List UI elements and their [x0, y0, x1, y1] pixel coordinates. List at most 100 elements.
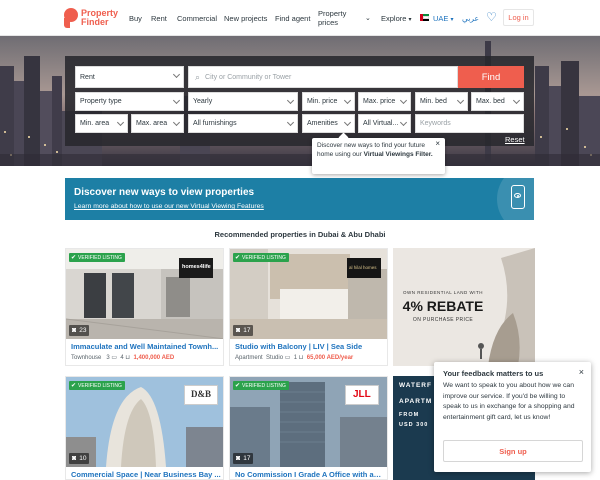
feedback-body: We want to speak to you about how we can… — [443, 382, 575, 421]
find-button[interactable]: Find — [458, 66, 524, 88]
photo-count: ◙ 17 — [233, 325, 254, 336]
bed-icon: ▭ — [284, 355, 291, 361]
nav-property-prices[interactable]: Property prices — [318, 0, 346, 36]
min-price-select[interactable]: Min. price — [302, 92, 355, 111]
verified-badge: ✔ VERIFIED LISTING — [233, 381, 289, 390]
nav-commercial[interactable]: Commercial — [177, 14, 217, 23]
beds-count: Studio — [266, 355, 284, 361]
phone-eye-icon — [511, 185, 525, 209]
region-selector[interactable]: UAE ▾ — [433, 14, 454, 23]
agency-logo: al hilal homes — [347, 258, 381, 278]
virtual-viewing-banner[interactable]: Discover new ways to view properties Lea… — [65, 178, 534, 220]
reset-link[interactable]: Reset — [505, 135, 525, 144]
property-card[interactable]: ✔ VERIFIED LISTING homes4life ◙ 23 Immacul… — [65, 248, 224, 366]
property-card[interactable]: ✔ VERIFIED LISTING D&B ◙ 10 Commercial Spa… — [65, 376, 224, 480]
photo-count: ◙ 10 — [69, 453, 90, 464]
agency-logo-text: al hilal homes — [349, 265, 377, 270]
property-card[interactable]: ✔ VERIFIED LISTING al hilal homes ◙ 17 Stu… — [229, 248, 388, 366]
baths-count: 4 — [120, 355, 124, 361]
photo-count: ◙ 17 — [233, 453, 254, 464]
ad2-line-4: USD 300 — [399, 422, 429, 428]
bath-icon: ⊔ — [125, 355, 131, 361]
signup-button[interactable]: Sign up — [443, 440, 583, 462]
banner-title: Discover new ways to view properties — [74, 187, 255, 198]
furnishing-value: All furnishings — [193, 120, 237, 127]
max-price-value: Max. price — [363, 98, 396, 105]
nav-explore[interactable]: Explore ▾ — [381, 14, 412, 23]
ad-line-3: ON PURCHASE PRICE — [412, 317, 474, 323]
property-title[interactable]: Studio with Balcony | LIV | Sea Side — [235, 342, 385, 351]
beds-count: 3 — [106, 355, 110, 361]
check-icon: ✔ — [71, 383, 77, 389]
favorites-heart-icon[interactable]: ♡ — [486, 11, 497, 23]
chevron-down-icon — [172, 118, 181, 127]
nav-find-agent[interactable]: Find agent — [275, 14, 310, 23]
photo-count-value: 17 — [243, 327, 251, 334]
max-bed-value: Max. bed — [476, 98, 505, 105]
property-type: Townhouse — [71, 355, 102, 361]
purpose-value: Rent — [80, 73, 95, 81]
photo-count-value: 23 — [79, 327, 87, 334]
property-price: 65,000 AED/year — [306, 355, 354, 361]
close-icon[interactable]: × — [579, 367, 584, 377]
camera-icon: ◙ — [236, 455, 241, 462]
max-price-select[interactable]: Max. price — [358, 92, 411, 111]
recommended-title: Recommended properties in Dubai & Abu Dh… — [214, 230, 386, 239]
verified-label: VERIFIED LISTING — [242, 382, 286, 389]
banner-learn-more-link[interactable]: Learn more about how to use our new Virt… — [74, 203, 264, 210]
chevron-down-icon — [343, 118, 352, 127]
feedback-popup: Your feedback matters to us × We want to… — [434, 362, 591, 472]
chevron-down-icon — [399, 118, 408, 127]
chevron-down-icon[interactable]: ⌄ — [365, 14, 371, 22]
keywords-placeholder: Keywords — [420, 120, 451, 127]
property-finder-logo[interactable]: Property Finder — [64, 6, 118, 30]
virtual-viewing-value: All Virtual... — [363, 120, 399, 127]
ad2-line-2: APARTM — [399, 398, 433, 405]
property-price: 1,400,000 AED — [133, 355, 175, 361]
agency-logo: homes4life — [179, 258, 213, 278]
section-title: Recommended properties in Dubai & Abu Dh… — [0, 230, 600, 239]
agency-logo-text: D&B — [191, 389, 211, 399]
min-bed-select[interactable]: Min. bed — [415, 92, 468, 111]
ad-line-2: 4% REBATE — [402, 298, 484, 314]
min-price-value: Min. price — [307, 98, 338, 105]
property-meta: Townhouse 3 ▭ 4 ⊔ 1,400,000 AED — [71, 354, 174, 361]
property-title[interactable]: Commercial Space | Near Business Bay ... — [71, 470, 221, 479]
check-icon: ✔ — [235, 255, 241, 261]
property-card[interactable]: ✔ VERIFIED LISTING JLL ◙ 17 No Commission … — [229, 376, 388, 480]
property-title[interactable]: Immaculate and Well Maintained Townh... — [71, 342, 221, 351]
property-type: Apartment — [235, 355, 263, 361]
close-icon[interactable]: × — [435, 139, 440, 149]
nav-buy[interactable]: Buy — [129, 14, 142, 23]
min-bed-value: Min. bed — [420, 98, 447, 105]
nav-new-projects[interactable]: New projects — [224, 14, 267, 23]
chevron-down-icon — [343, 96, 352, 105]
min-area-value: Min. area — [80, 120, 110, 127]
advertisement-rebate[interactable]: OWN RESIDENTIAL LAND WITH 4% REBATE ON P… — [393, 248, 535, 366]
property-meta: Apartment Studio ▭ 1 ⊔ 65,000 AED/year — [235, 354, 353, 361]
chevron-down-icon — [116, 118, 125, 127]
bath-icon: ⊔ — [298, 355, 304, 361]
chevron-down-icon — [456, 96, 465, 105]
property-type-value: Property type — [80, 98, 122, 105]
agency-logo-text: homes4life — [182, 264, 211, 270]
property-type-select[interactable]: Property type — [75, 92, 184, 111]
virtual-viewing-select[interactable]: All Virtual... — [358, 114, 411, 133]
purpose-select[interactable]: Rent — [75, 66, 184, 88]
rent-frequency-select[interactable]: Yearly — [188, 92, 298, 111]
verified-label: VERIFIED LISTING — [78, 254, 122, 261]
property-title[interactable]: No Commission I Grade A Office with am..… — [235, 470, 385, 479]
keywords-input[interactable]: Keywords — [415, 114, 524, 133]
amenities-select[interactable]: Amenities — [302, 114, 355, 133]
location-search-input[interactable]: ⌕ City or Community or Tower — [188, 66, 458, 88]
max-area-select[interactable]: Max. area — [131, 114, 184, 133]
furnishing-select[interactable]: All furnishings — [188, 114, 298, 133]
tooltip-text-bold: Virtual Viewings Filter. — [363, 150, 433, 158]
language-toggle[interactable]: عربي — [462, 14, 479, 23]
chevron-down-icon — [172, 96, 181, 105]
camera-icon: ◙ — [236, 327, 241, 334]
max-bed-select[interactable]: Max. bed — [471, 92, 524, 111]
min-area-select[interactable]: Min. area — [75, 114, 128, 133]
nav-rent[interactable]: Rent — [151, 14, 167, 23]
login-button[interactable]: Log in — [503, 9, 534, 26]
